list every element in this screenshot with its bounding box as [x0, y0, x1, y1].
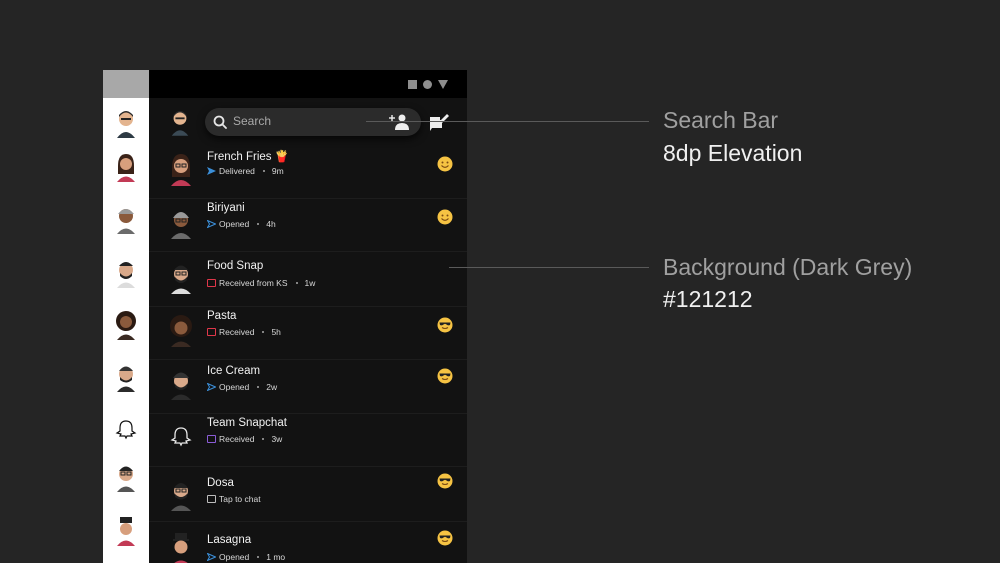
chat-status: Delivered 9m [207, 166, 284, 176]
separator-dot [257, 556, 260, 558]
light-mode-preview-strip [103, 70, 149, 563]
sunglasses-face-icon [437, 368, 453, 384]
chat-row[interactable]: Dosa Tap to chat [149, 467, 467, 522]
avatar [117, 209, 135, 234]
chat-header: Search [149, 98, 467, 146]
received-snap-icon [207, 279, 216, 287]
background-annotation-value: #121212 [663, 286, 753, 312]
chat-row[interactable]: Ice Cream Opened 2w [149, 360, 467, 414]
chat-name: Pasta [207, 310, 237, 322]
status-text: Received [219, 434, 255, 444]
home-icon[interactable] [423, 80, 432, 89]
separator-dot [257, 223, 260, 225]
avatar [116, 311, 136, 340]
chat-name: French Fries 🍟 [207, 151, 290, 163]
status-time: 4h [266, 219, 276, 229]
status-text: Tap to chat [219, 494, 261, 504]
chat-status: Received from KS 1w [207, 278, 315, 288]
status-text: Opened [219, 552, 250, 562]
chat-name: Dosa [207, 477, 234, 489]
status-time: 1w [304, 278, 316, 288]
chat-name: Lasagna [207, 534, 252, 546]
avatar [117, 111, 135, 138]
sunglasses-face-icon [437, 317, 453, 333]
chat-name: Ice Cream [207, 365, 261, 377]
avatar [171, 483, 191, 511]
recent-apps-icon[interactable] [408, 80, 417, 89]
opened-arrow-icon [207, 220, 216, 228]
sunglasses-face-icon [437, 473, 453, 489]
chat-row[interactable]: Food Snap Received from KS 1w [149, 252, 467, 307]
chat-status: Received 5h [207, 327, 281, 337]
chat-row[interactable]: Lasagna Opened 1 mo [149, 522, 467, 563]
avatar [170, 315, 192, 347]
chat-screen: Search French Fries 🍟 Delivered 9m Biriy… [149, 70, 467, 563]
status-time: 2w [266, 382, 278, 392]
opened-arrow-icon [207, 553, 216, 561]
separator-dot [262, 331, 265, 333]
avatar [117, 262, 135, 288]
chat-name: Food Snap [207, 260, 264, 272]
chat-row[interactable]: Biriyani Opened 4h [149, 199, 467, 252]
received-chat-icon [207, 435, 216, 443]
status-time: 3w [271, 434, 283, 444]
status-time: 9m [271, 166, 284, 176]
search-bar[interactable]: Search [205, 108, 421, 136]
chat-status: Tap to chat [207, 494, 261, 504]
profile-avatar[interactable] [169, 108, 191, 136]
avatar [117, 366, 135, 392]
avatar [173, 533, 189, 563]
separator-dot [262, 438, 265, 440]
light-status-bar [103, 70, 149, 98]
new-chat-icon[interactable] [428, 112, 450, 132]
avatar [117, 154, 135, 182]
avatar [117, 517, 135, 546]
chat-status: Opened 4h [207, 219, 276, 229]
tap-to-chat-icon [207, 495, 216, 503]
status-time: 1 mo [266, 552, 286, 562]
ghost-icon [115, 420, 137, 440]
chat-row[interactable]: Pasta Received 5h [149, 307, 467, 360]
avatar [171, 372, 191, 400]
smiling-face-icon [437, 209, 453, 225]
search-placeholder: Search [233, 114, 272, 128]
add-friend-icon[interactable] [388, 113, 410, 131]
avatar [171, 154, 191, 186]
separator-dot [257, 386, 260, 388]
avatar [117, 466, 135, 492]
ghost-icon [170, 427, 192, 447]
status-text: Delivered [219, 166, 255, 176]
status-text: Received from KS [219, 278, 288, 288]
status-text: Received [219, 327, 255, 337]
chat-status: Received 3w [207, 434, 282, 444]
status-bar [149, 70, 467, 98]
avatar [171, 212, 191, 239]
chat-status: Opened 1 mo [207, 552, 285, 562]
received-snap-icon [207, 328, 216, 336]
separator-dot [295, 282, 298, 284]
status-text: Opened [219, 382, 250, 392]
chat-status: Opened 2w [207, 382, 277, 392]
chat-name: Biriyani [207, 202, 245, 214]
search-bar-annotation-value: 8dp Elevation [663, 140, 803, 166]
back-icon[interactable] [438, 80, 448, 89]
chat-name: Team Snapchat [207, 417, 287, 429]
sunglasses-face-icon [437, 530, 453, 546]
delivered-arrow-icon [207, 167, 216, 175]
chat-row[interactable]: Team Snapchat Received 3w [149, 414, 467, 467]
search-bar-callout-line [366, 121, 649, 122]
smiling-face-icon [437, 156, 453, 172]
status-text: Opened [219, 219, 250, 229]
search-icon [213, 115, 227, 129]
background-callout-line [449, 267, 649, 268]
chat-row[interactable]: French Fries 🍟 Delivered 9m [149, 146, 467, 199]
background-annotation-title: Background (Dark Grey) [663, 254, 913, 280]
avatar [171, 265, 191, 294]
search-bar-annotation-title: Search Bar [663, 107, 779, 133]
status-time: 5h [271, 327, 281, 337]
separator-dot [262, 170, 265, 172]
opened-arrow-icon [207, 383, 216, 391]
